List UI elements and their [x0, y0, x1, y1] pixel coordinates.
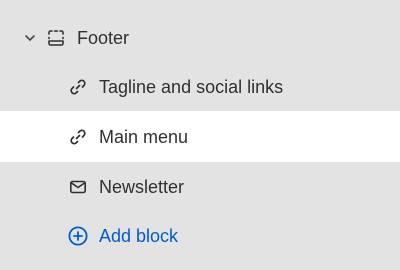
- link-icon: [67, 76, 89, 98]
- section-row-footer[interactable]: Footer: [0, 13, 400, 63]
- block-row-tagline[interactable]: Tagline and social links: [0, 62, 400, 112]
- section-label: Footer: [77, 28, 130, 48]
- block-label-newsletter: Newsletter: [99, 177, 185, 197]
- block-row-main-menu[interactable]: Main menu: [0, 111, 400, 162]
- link-icon: [67, 126, 89, 148]
- section-block-tree: Footer Tagline and social links Main men…: [0, 0, 400, 270]
- block-row-newsletter[interactable]: Newsletter: [0, 162, 400, 212]
- email-icon: [67, 176, 89, 198]
- footer-section-icon: [45, 27, 67, 49]
- block-label-tagline: Tagline and social links: [99, 77, 284, 97]
- add-block-row: Add block: [0, 211, 400, 261]
- add-block-button[interactable]: Add block: [99, 225, 178, 247]
- plus-circle-icon[interactable]: [67, 225, 89, 247]
- chevron-down-icon[interactable]: [22, 30, 38, 46]
- block-label-main-menu: Main menu: [99, 126, 189, 147]
